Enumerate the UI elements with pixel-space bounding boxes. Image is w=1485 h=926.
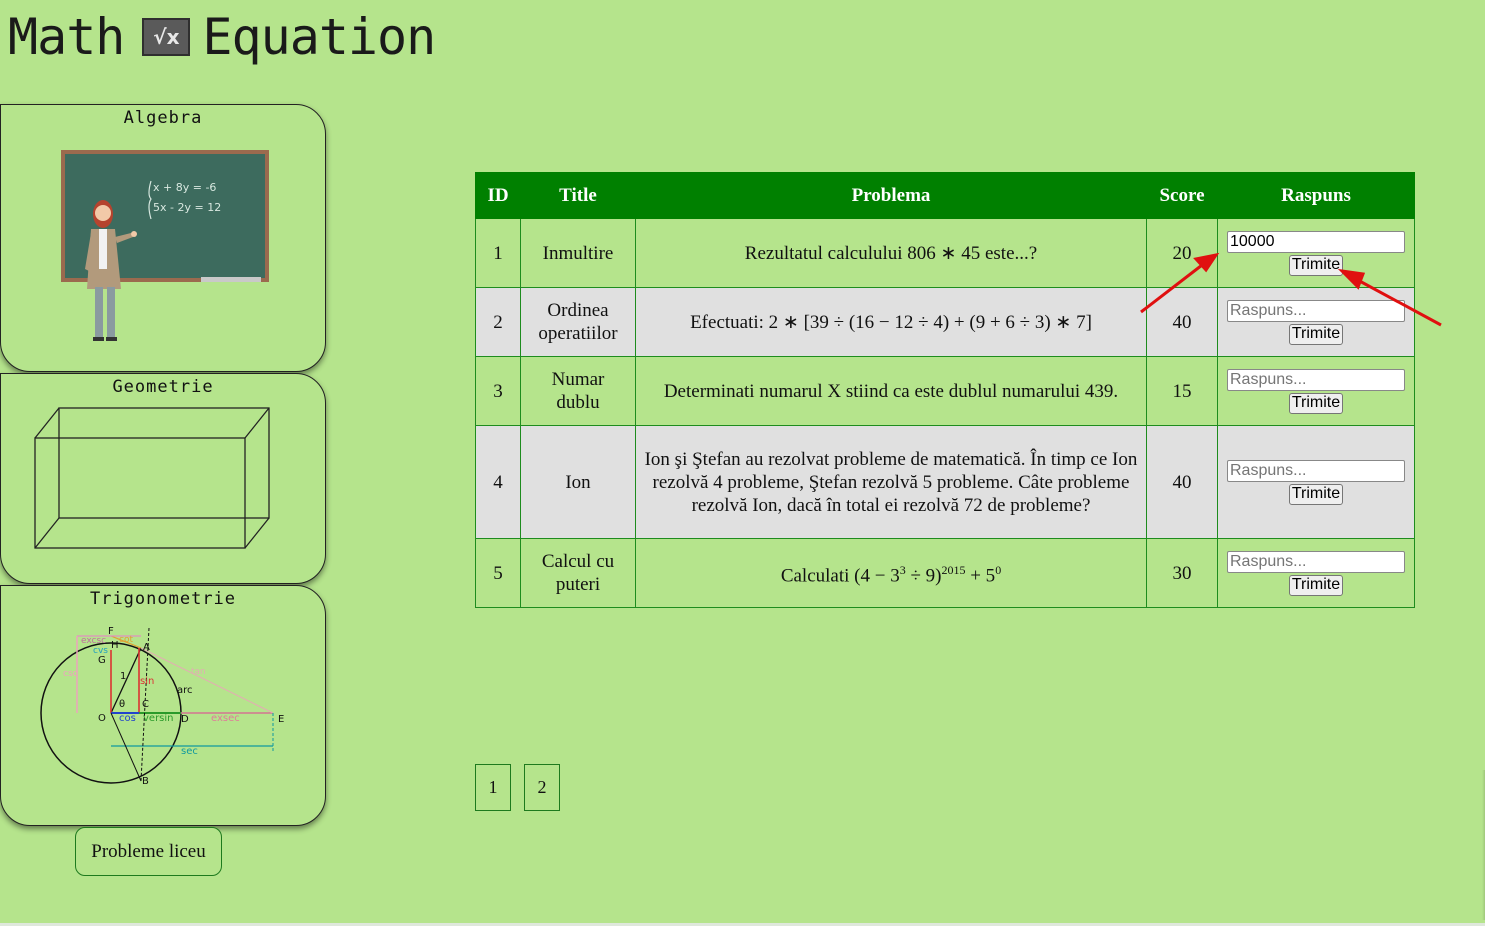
category-card-trigonometrie[interactable]: Trigonometrie F H A G 1 sin arc O θ C co… — [0, 585, 326, 826]
board-equation-2: 5x - 2y = 12 — [153, 201, 221, 214]
problem-text: Calculati (4 − 3 — [780, 565, 900, 587]
submit-button[interactable]: Trimite — [1288, 323, 1344, 345]
table-header-row: ID Title Problema Score Raspuns — [475, 172, 1415, 219]
trig-label-o: O — [98, 713, 106, 724]
category-card-geometrie[interactable]: Geometrie — [0, 373, 326, 584]
trig-label-1: 1 — [120, 671, 126, 682]
answer-input[interactable] — [1227, 230, 1405, 253]
table-row: 5 Calcul cu puteri Calculati (4 − 33 ÷ 9… — [475, 538, 1415, 608]
logo-word-math: Math — [8, 8, 125, 66]
submit-button[interactable]: Trimite — [1288, 574, 1344, 596]
header-problema: Problema — [635, 172, 1147, 219]
teacher-chalkboard-illustration: x + 8y = -6 5x - 2y = 12 — [61, 150, 269, 341]
submit-button[interactable]: Trimite — [1288, 392, 1344, 414]
cell-answer: Trimite — [1217, 538, 1415, 608]
trig-label-excsc: excsc — [81, 636, 106, 646]
cell-answer: Trimite — [1217, 218, 1415, 288]
header-score: Score — [1146, 172, 1218, 219]
answer-input[interactable] — [1227, 368, 1405, 391]
problem-text: ÷ 9) — [905, 565, 942, 587]
trig-label-exsec: exsec — [211, 713, 240, 724]
answer-input[interactable] — [1227, 459, 1405, 482]
cell-title: Calcul cu puteri — [520, 538, 636, 608]
trig-label-cos: cos — [119, 713, 136, 724]
cell-title: Ordinea operatiilor — [520, 287, 636, 357]
table-row: 4 Ion Ion şi Ştefan au rezolvat probleme… — [475, 425, 1415, 539]
cell-problem: Rezultatul calculului 806 ∗ 45 este...? — [635, 218, 1147, 288]
cell-score: 30 — [1146, 538, 1218, 608]
cell-score: 15 — [1146, 356, 1218, 426]
cell-id: 4 — [475, 425, 521, 539]
header-id: ID — [475, 172, 521, 219]
cell-title: Numar dublu — [520, 356, 636, 426]
trig-label-d: D — [181, 714, 189, 725]
cell-score: 20 — [1146, 218, 1218, 288]
probleme-liceu-button[interactable]: Probleme liceu — [75, 827, 222, 876]
problems-table: ID Title Problema Score Raspuns 1 Inmult… — [475, 172, 1415, 608]
answer-input[interactable] — [1227, 550, 1405, 573]
cell-problem: Efectuati: 2 ∗ [39 ÷ (16 − 12 ÷ 4) + (9 … — [635, 287, 1147, 357]
trig-label-theta: θ — [119, 699, 125, 710]
logo-mark-text: √x — [153, 25, 180, 49]
answer-input[interactable] — [1227, 299, 1405, 322]
logo-word-equation: Equation — [202, 8, 436, 66]
table-row: 1 Inmultire Rezultatul calculului 806 ∗ … — [475, 218, 1415, 288]
category-card-algebra[interactable]: Algebra x + 8y = -6 5x - 2y = 12 — [0, 104, 326, 372]
trig-label-b: B — [142, 776, 149, 787]
cell-id: 1 — [475, 218, 521, 288]
header-raspuns: Raspuns — [1217, 172, 1415, 219]
cell-answer: Trimite — [1217, 356, 1415, 426]
cell-score: 40 — [1146, 425, 1218, 539]
trig-label-a: A — [143, 642, 150, 653]
cell-problem: Determinati numarul X stiind ca este dub… — [635, 356, 1147, 426]
page-button-1[interactable]: 1 — [475, 764, 511, 811]
cell-problem: Calculati (4 − 33 ÷ 9)2015 + 50 — [635, 538, 1147, 608]
exponent: 0 — [995, 562, 1002, 577]
table-row: 2 Ordinea operatiilor Efectuati: 2 ∗ [39… — [475, 287, 1415, 357]
cuboid-illustration — [34, 407, 270, 549]
cell-id: 3 — [475, 356, 521, 426]
trig-label-h: H — [111, 640, 119, 651]
trig-label-g: G — [98, 655, 106, 666]
cell-problem: Ion şi Ştefan au rezolvat probleme de ma… — [635, 425, 1147, 539]
trig-label-arc: arc — [177, 685, 193, 696]
submit-button[interactable]: Trimite — [1288, 483, 1344, 505]
trig-label-cvs: cvs — [93, 646, 108, 656]
submit-button[interactable]: Trimite — [1288, 254, 1344, 276]
cell-id: 2 — [475, 287, 521, 357]
trig-label-csc: csc — [63, 669, 78, 679]
board-equation-1: x + 8y = -6 — [153, 181, 216, 194]
table-row: 3 Numar dublu Determinati numarul X stii… — [475, 356, 1415, 426]
cell-title: Inmultire — [520, 218, 636, 288]
unit-circle-diagram: F H A G 1 sin arc O θ C cos versin D exs… — [40, 626, 284, 787]
cell-answer: Trimite — [1217, 425, 1415, 539]
site-logo[interactable]: Math √x Equation — [8, 4, 436, 70]
card-title-algebra: Algebra — [123, 108, 203, 128]
trig-label-versin: versin — [143, 713, 174, 724]
page-button-2[interactable]: 2 — [524, 764, 560, 811]
cell-id: 5 — [475, 538, 521, 608]
header-title: Title — [520, 172, 636, 219]
trig-label-sec: sec — [181, 746, 198, 757]
cell-answer: Trimite — [1217, 287, 1415, 357]
exponent: 2015 — [941, 562, 966, 577]
trig-label-cot: cot — [119, 635, 133, 645]
problem-text: + 5 — [965, 565, 996, 587]
trig-label-tan: tan — [191, 667, 206, 677]
cell-score: 40 — [1146, 287, 1218, 357]
trig-label-f: F — [108, 626, 114, 637]
trig-label-c: C — [142, 699, 149, 710]
trig-label-sin: sin — [140, 676, 154, 687]
trig-label-e: E — [278, 714, 284, 725]
cell-title: Ion — [520, 425, 636, 539]
sqrt-x-icon: √x — [142, 18, 191, 56]
